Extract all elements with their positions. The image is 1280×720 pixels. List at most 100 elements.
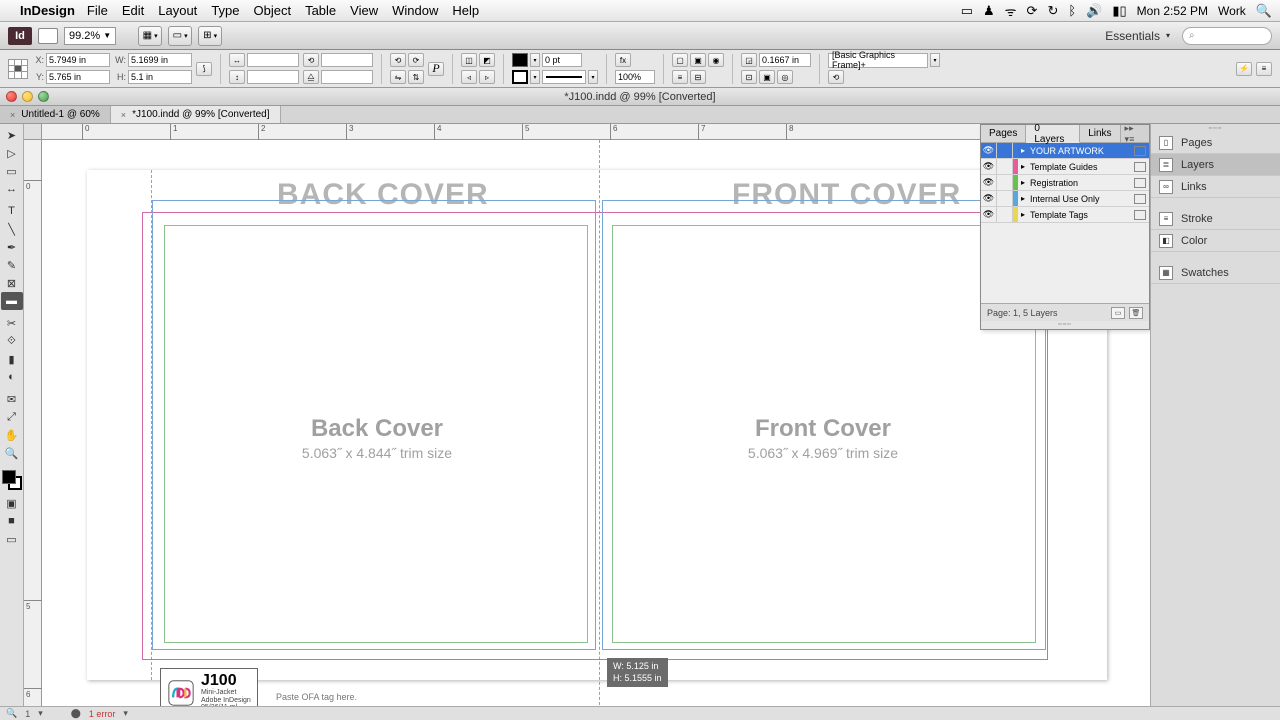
lock-toggle[interactable]: [997, 207, 1013, 222]
spotlight-icon[interactable]: 🔍: [1256, 3, 1272, 19]
clock[interactable]: Mon 2:52 PM: [1137, 4, 1208, 18]
visibility-toggle[interactable]: 👁: [981, 175, 997, 190]
x-input[interactable]: 5.7949 in: [46, 53, 110, 67]
menu-object[interactable]: Object: [254, 3, 292, 18]
close-window[interactable]: [6, 91, 17, 102]
screen-mode-tool[interactable]: ▭: [1, 530, 23, 548]
wrap-jump[interactable]: ≡: [672, 70, 688, 84]
h-input[interactable]: 5.1 in: [128, 70, 192, 84]
wifi-icon[interactable]: ᯤ: [1005, 2, 1017, 20]
menu-view[interactable]: View: [350, 3, 378, 18]
screen-mode-button[interactable]: ▭▾: [168, 26, 192, 46]
bridge-button[interactable]: [38, 28, 58, 44]
ruler-origin[interactable]: [24, 124, 42, 140]
flip-v-button[interactable]: ⇅: [408, 70, 424, 84]
layer-row[interactable]: 👁 ▸ Template Tags: [981, 207, 1149, 223]
fit-frame[interactable]: ▣: [759, 70, 775, 84]
rectangle-frame-tool[interactable]: ⊠: [1, 274, 23, 292]
free-transform-tool[interactable]: ⟐: [1, 332, 23, 350]
battery-icon[interactable]: ▮▯: [1112, 3, 1126, 19]
stroke-style[interactable]: [542, 70, 586, 84]
fx-button[interactable]: fx: [615, 53, 631, 67]
app-name[interactable]: InDesign: [20, 3, 75, 18]
rectangle-tool[interactable]: ▬: [1, 292, 23, 310]
menu-table[interactable]: Table: [305, 3, 336, 18]
rotate-cw-button[interactable]: ⟳: [408, 53, 424, 67]
layer-row[interactable]: 👁 ▸ YOUR ARTWORK: [981, 143, 1149, 159]
page-indicator[interactable]: 1: [25, 709, 30, 719]
w-input[interactable]: 5.1699 in: [128, 53, 192, 67]
zoom-field[interactable]: 99.2%▼: [64, 27, 116, 45]
lock-toggle[interactable]: [997, 159, 1013, 174]
reference-point[interactable]: [8, 59, 28, 79]
rotate-input[interactable]: [321, 53, 373, 67]
minimize-window[interactable]: [22, 91, 33, 102]
hand-tool[interactable]: ✋: [1, 426, 23, 444]
object-style-dropdown[interactable]: [Basic Graphics Frame]+: [828, 53, 928, 68]
apply-color[interactable]: ■: [1, 512, 23, 530]
page-tool[interactable]: ▭: [1, 162, 23, 180]
screen-icon[interactable]: ▭: [961, 3, 973, 19]
sync-icon[interactable]: ⟳: [1027, 3, 1038, 19]
visibility-toggle[interactable]: 👁: [981, 207, 997, 222]
timemachine-icon[interactable]: ↻: [1047, 3, 1058, 19]
direct-selection-tool[interactable]: ▷: [1, 144, 23, 162]
shear-input[interactable]: [321, 70, 373, 84]
panel-grip[interactable]: ┉┉┉: [981, 321, 1149, 329]
type-tool[interactable]: T: [1, 202, 23, 220]
quick-apply[interactable]: ⚡: [1236, 62, 1252, 76]
fill-dropdown[interactable]: ▾: [530, 53, 540, 67]
layer-row[interactable]: 👁 ▸ Template Guides: [981, 159, 1149, 175]
session-label[interactable]: Work: [1218, 4, 1246, 18]
selection-tool[interactable]: ➤: [1, 126, 23, 144]
zoom-window[interactable]: [38, 91, 49, 102]
pen-tool[interactable]: ✒: [1, 238, 23, 256]
menu-layout[interactable]: Layout: [158, 3, 197, 18]
panel-menu-icon[interactable]: ≡: [1256, 62, 1272, 76]
lock-toggle[interactable]: [997, 191, 1013, 206]
volume-icon[interactable]: 🔊: [1086, 3, 1102, 19]
panel-button-color[interactable]: ◧Color: [1151, 230, 1280, 252]
fill-swatch[interactable]: [512, 53, 528, 67]
panel-tab-pages[interactable]: Pages: [981, 125, 1026, 142]
fill-stroke-swatches[interactable]: [2, 470, 22, 490]
select-next[interactable]: ▹: [479, 70, 495, 84]
help-search[interactable]: ⌕: [1182, 27, 1272, 45]
note-tool[interactable]: ✉: [1, 390, 23, 408]
arrange-button[interactable]: ⊞▾: [198, 26, 222, 46]
new-layer-button[interactable]: ▭: [1111, 307, 1125, 319]
rotate-ccw-button[interactable]: ⟲: [390, 53, 406, 67]
select-content[interactable]: ◩: [479, 53, 495, 67]
opacity-input[interactable]: 100%: [615, 70, 655, 84]
panel-button-swatches[interactable]: ▦Swatches: [1151, 262, 1280, 284]
close-tab-icon[interactable]: ×: [10, 110, 15, 120]
menu-type[interactable]: Type: [211, 3, 239, 18]
zoom-tool[interactable]: 🔍: [1, 444, 23, 462]
pen-target-icon[interactable]: [1134, 146, 1146, 156]
center-content[interactable]: ◎: [777, 70, 793, 84]
panel-tab-layers[interactable]: 0 Layers: [1026, 125, 1080, 143]
menu-window[interactable]: Window: [392, 3, 438, 18]
canvas-area[interactable]: 0 1 2 3 4 5 6 7 8 0 5 6 BACK COVER FRONT…: [24, 124, 1280, 720]
panel-tab-links[interactable]: Links: [1080, 125, 1120, 142]
flip-h-button[interactable]: ⇋: [390, 70, 406, 84]
lock-toggle[interactable]: [997, 143, 1013, 158]
constrain-proportions[interactable]: ⟆: [196, 62, 212, 76]
extension-icon[interactable]: ♟: [983, 3, 995, 19]
gap-tool[interactable]: ↔: [1, 180, 23, 198]
line-tool[interactable]: ╲: [1, 220, 23, 238]
wrap-column[interactable]: ⊟: [690, 70, 706, 84]
preflight-errors[interactable]: 1 error: [89, 709, 116, 719]
menu-edit[interactable]: Edit: [122, 3, 144, 18]
scale-x-input[interactable]: [247, 53, 299, 67]
document-tab[interactable]: ×*J100.indd @ 99% [Converted]: [111, 106, 281, 123]
stroke-style-dropdown[interactable]: ▾: [588, 70, 598, 84]
document-tab[interactable]: ×Untitled-1 @ 60%: [0, 106, 111, 123]
menu-help[interactable]: Help: [452, 3, 479, 18]
clear-overrides[interactable]: ⟲: [828, 70, 844, 84]
panel-collapse[interactable]: ▸▸ ▾≡: [1121, 125, 1149, 142]
gradient-feather-tool[interactable]: ◐: [1, 368, 23, 386]
formatting-container[interactable]: ▣: [1, 494, 23, 512]
y-input[interactable]: 5.765 in: [46, 70, 110, 84]
visibility-toggle[interactable]: 👁: [981, 159, 997, 174]
